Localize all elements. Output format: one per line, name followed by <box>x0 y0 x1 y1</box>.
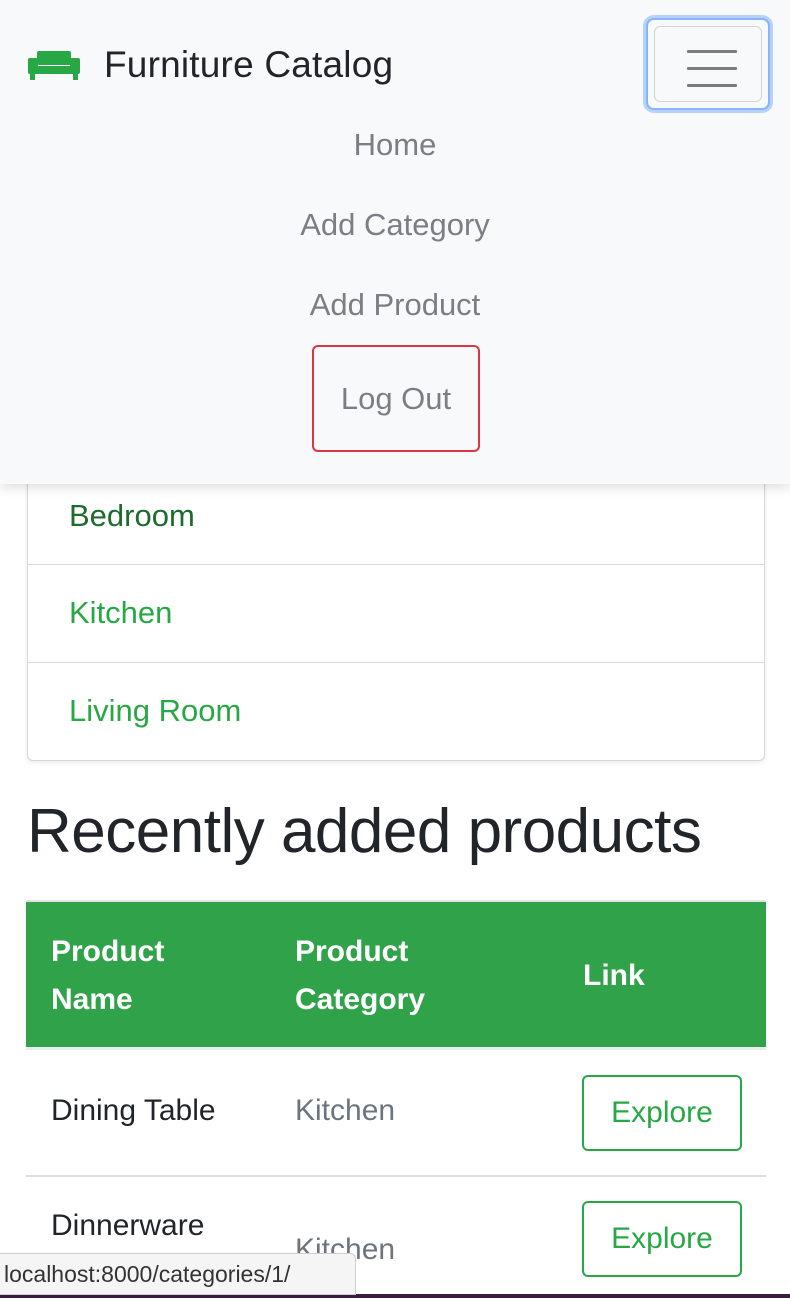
status-bar-url: localhost:8000/categories/1/ <box>0 1253 356 1295</box>
explore-button[interactable]: Explore <box>582 1201 742 1277</box>
sofa-icon <box>28 48 80 82</box>
brand-link[interactable]: Furniture Catalog <box>28 40 393 90</box>
nav-link-add-product[interactable]: Add Product <box>0 272 790 352</box>
section-title: Recently added products <box>27 797 702 866</box>
nav-link-home[interactable]: Home <box>0 112 790 192</box>
product-name: Dinnerware <box>51 1209 205 1242</box>
category-item-kitchen[interactable]: Kitchen <box>28 564 764 662</box>
nav-links: Home Add Category Add Product <box>0 112 790 352</box>
header-link: Link <box>583 959 645 992</box>
nav-link-add-category[interactable]: Add Category <box>0 192 790 272</box>
logout-button[interactable]: Log Out <box>312 345 480 452</box>
product-category: Kitchen <box>295 1094 396 1127</box>
product-name: Dining Table <box>51 1094 216 1127</box>
table-header: Product Name Product Category Link <box>26 900 766 1047</box>
page: Furniture Catalog Home Add Category Add … <box>0 0 790 1298</box>
category-list: Bedroom Kitchen Living Room <box>27 468 765 761</box>
table-row: Dining Table Kitchen Explore <box>26 1047 766 1175</box>
products-table: Product Name Product Category Link Dinin… <box>26 900 766 1298</box>
header-product-category: Product Category <box>295 935 426 1016</box>
hamburger-icon <box>654 26 762 102</box>
header-product-name: Product Name <box>51 935 165 1016</box>
explore-button[interactable]: Explore <box>582 1075 742 1151</box>
navbar: Furniture Catalog Home Add Category Add … <box>0 0 790 484</box>
navbar-toggler-button[interactable] <box>646 18 770 110</box>
brand-text: Furniture Catalog <box>104 44 394 85</box>
category-item-living-room[interactable]: Living Room <box>28 662 764 760</box>
